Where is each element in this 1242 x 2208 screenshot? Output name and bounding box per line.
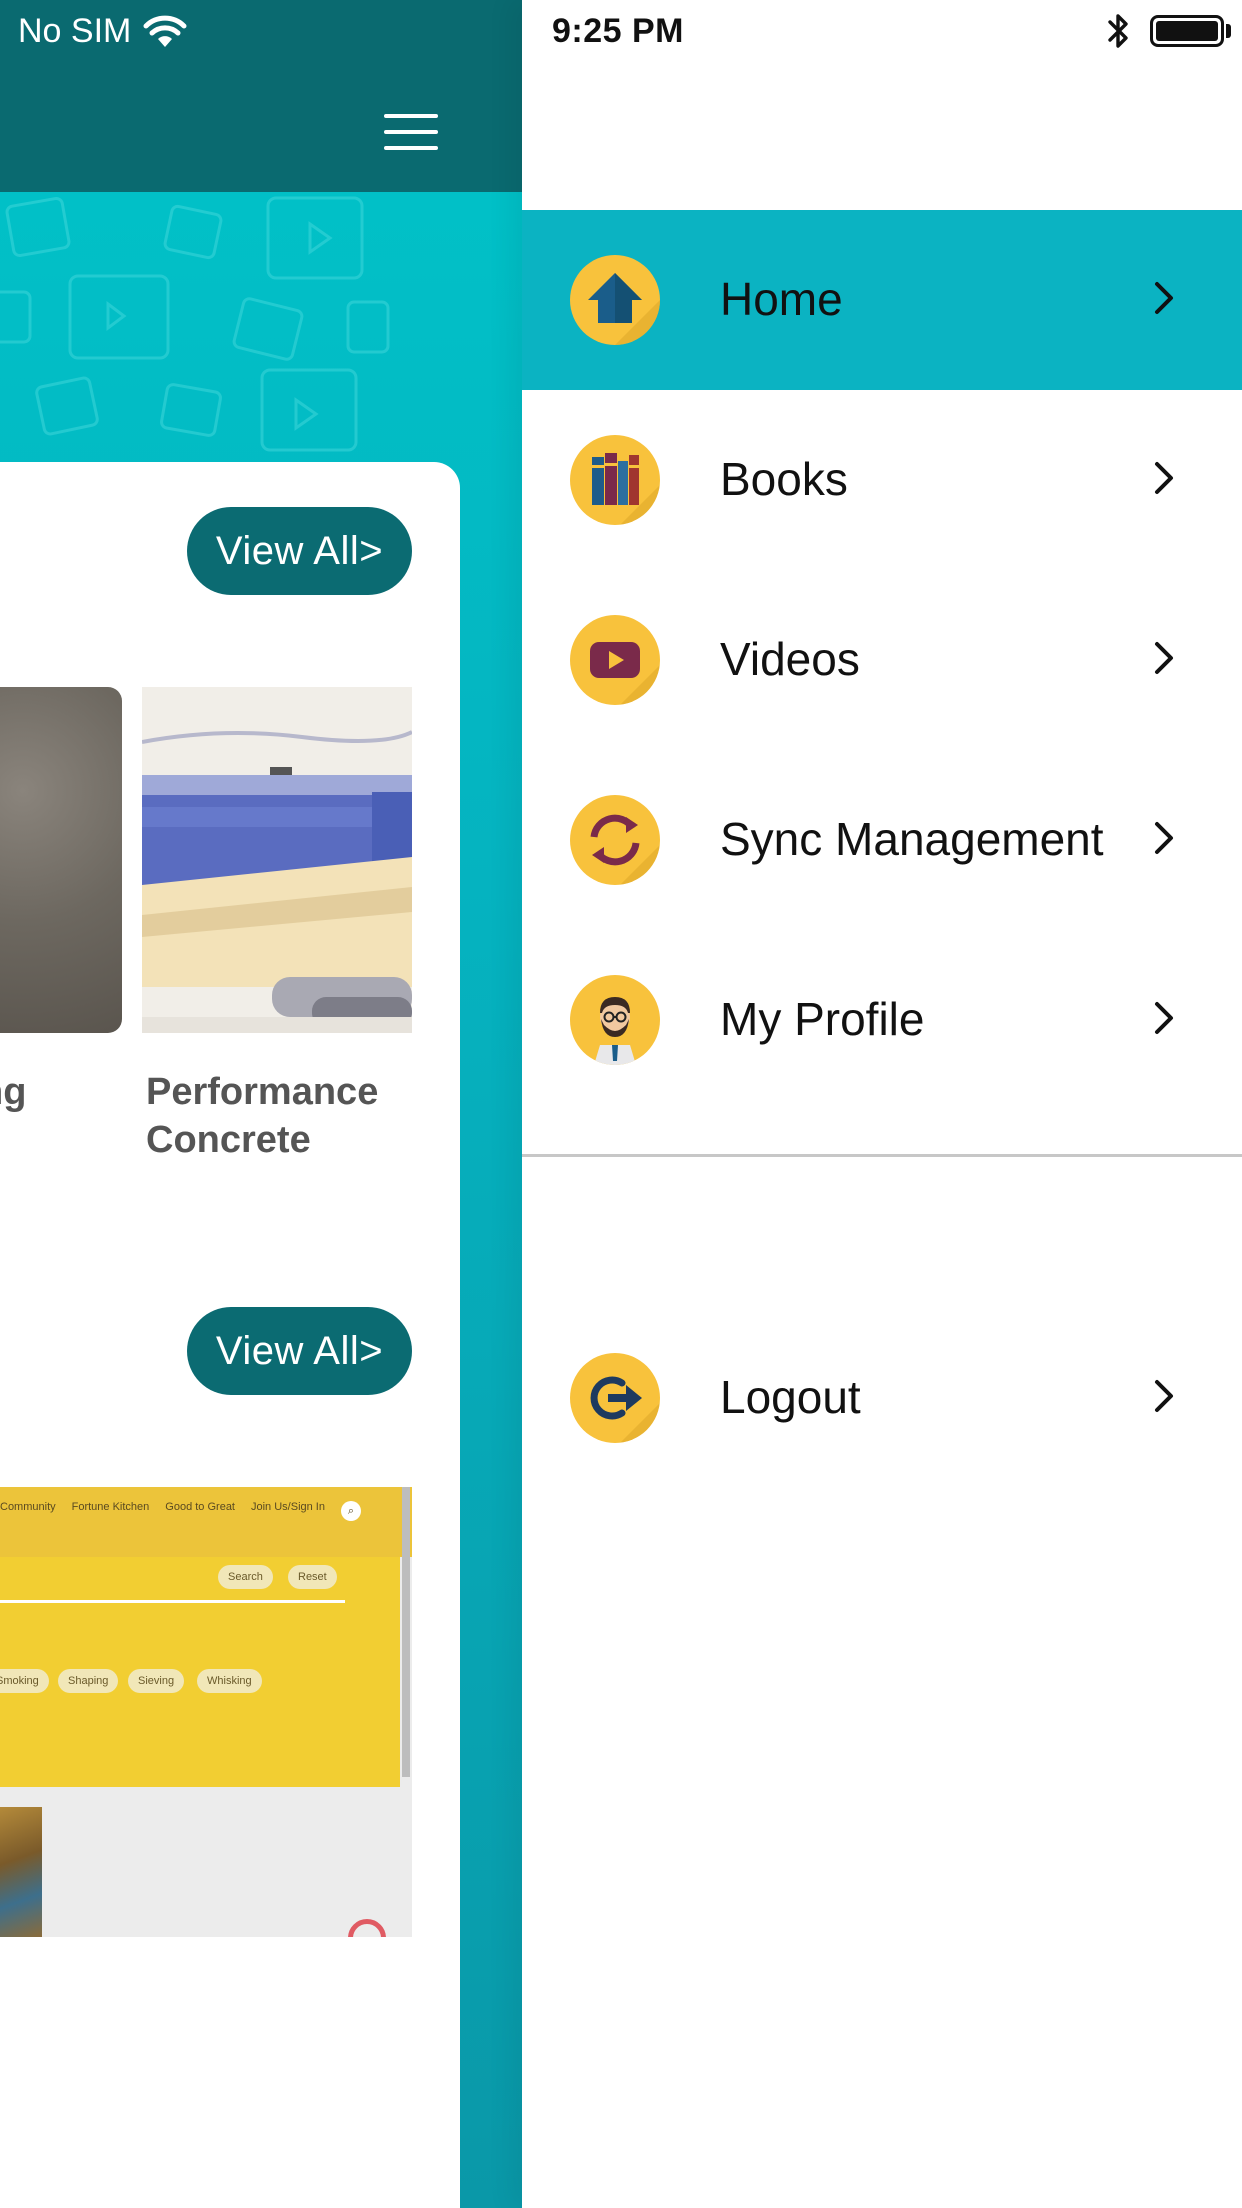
menu-item-label: Videos [720,633,860,685]
chevron-right-icon [1152,1376,1176,1421]
navigation-drawer: 9:25 PM Home Books Videos Sync Managemen… [522,0,1242,2208]
thumbnail-scrollbar [402,1487,410,1777]
divider [522,1154,1242,1157]
menu-item-label: Logout [720,1371,861,1423]
decorative-pattern [0,196,390,452]
background-app-screen: No SIM View All> g Performance Concrete … [0,0,522,2208]
search-icon: ⌕ [340,1501,361,1521]
app-header: No SIM [0,0,522,192]
chevron-right-icon [1152,638,1176,683]
menu-item-books[interactable]: Books [522,390,1242,570]
book-title: ng [0,1071,27,1113]
thumbnail-nav: Community Fortune Kitchen Good to Great … [0,1501,361,1521]
menu-item-my-profile[interactable]: My Profile [522,930,1242,1110]
chevron-right-icon [1152,278,1176,323]
profile-avatar-icon [570,975,660,1065]
wifi-icon [143,15,187,49]
menu-item-label: Sync Management [720,813,1104,865]
home-icon [570,255,660,345]
menu-item-home[interactable]: Home [522,210,1242,390]
chevron-right-icon [1152,818,1176,863]
battery-tip [1226,24,1231,38]
thumbnail-nav-item: Join Us/Sign In [251,1501,325,1513]
menu-item-videos[interactable]: Videos [522,570,1242,750]
chevron-right-icon [1152,998,1176,1043]
thumbnail-nav-item: Good to Great [165,1501,235,1513]
thumbnail-reset-button: Reset [288,1565,337,1589]
thumbnail-pill: Sieving [128,1669,185,1693]
thumbnail-nav-item: Community [0,1501,56,1513]
battery-icon [1150,15,1224,47]
menu-item-sync-management[interactable]: Sync Management [522,750,1242,930]
book-cover-thumbnail[interactable] [142,687,412,1033]
thumbnail-nav-item: Fortune Kitchen [71,1501,150,1513]
book-cover-thumbnail[interactable] [0,687,122,1033]
thumbnail-yellow-panel: Search Reset Smoking Shaping Sieving Whi… [0,1557,400,1787]
thumbnail-search-button: Search [218,1565,273,1589]
thumbnail-badge [348,1919,386,1937]
view-all-videos-button[interactable]: View All> [187,1307,412,1395]
thumbnail-pill: Whisking [197,1669,262,1693]
sync-icon [570,795,660,885]
view-all-books-button[interactable]: View All> [187,507,412,595]
thumbnail-site-header: Community Fortune Kitchen Good to Great … [0,1487,412,1557]
chevron-right-icon [1152,458,1176,503]
books-icon [570,435,660,525]
video-play-icon [570,615,660,705]
menu-item-label: My Profile [720,993,925,1045]
thumbnail-pill: Shaping [58,1669,119,1693]
menu-item-label: Books [720,453,848,505]
logout-icon [570,1353,660,1443]
hamburger-menu-icon[interactable] [384,114,438,150]
status-bar-left: No SIM [18,12,187,51]
thumbnail-food-photo [0,1807,42,1937]
menu-item-logout[interactable]: Logout [522,1308,1242,1488]
carrier-label: No SIM [18,12,132,50]
thumbnail-pill: Smoking [0,1669,49,1693]
bluetooth-icon [1104,12,1132,55]
menu-item-label: Home [720,273,843,325]
status-bar-right: 9:25 PM [522,0,1242,64]
book-title: Performance Concrete [146,1071,379,1161]
video-thumbnail[interactable]: Community Fortune Kitchen Good to Great … [0,1487,412,1937]
status-time: 9:25 PM [552,12,684,50]
